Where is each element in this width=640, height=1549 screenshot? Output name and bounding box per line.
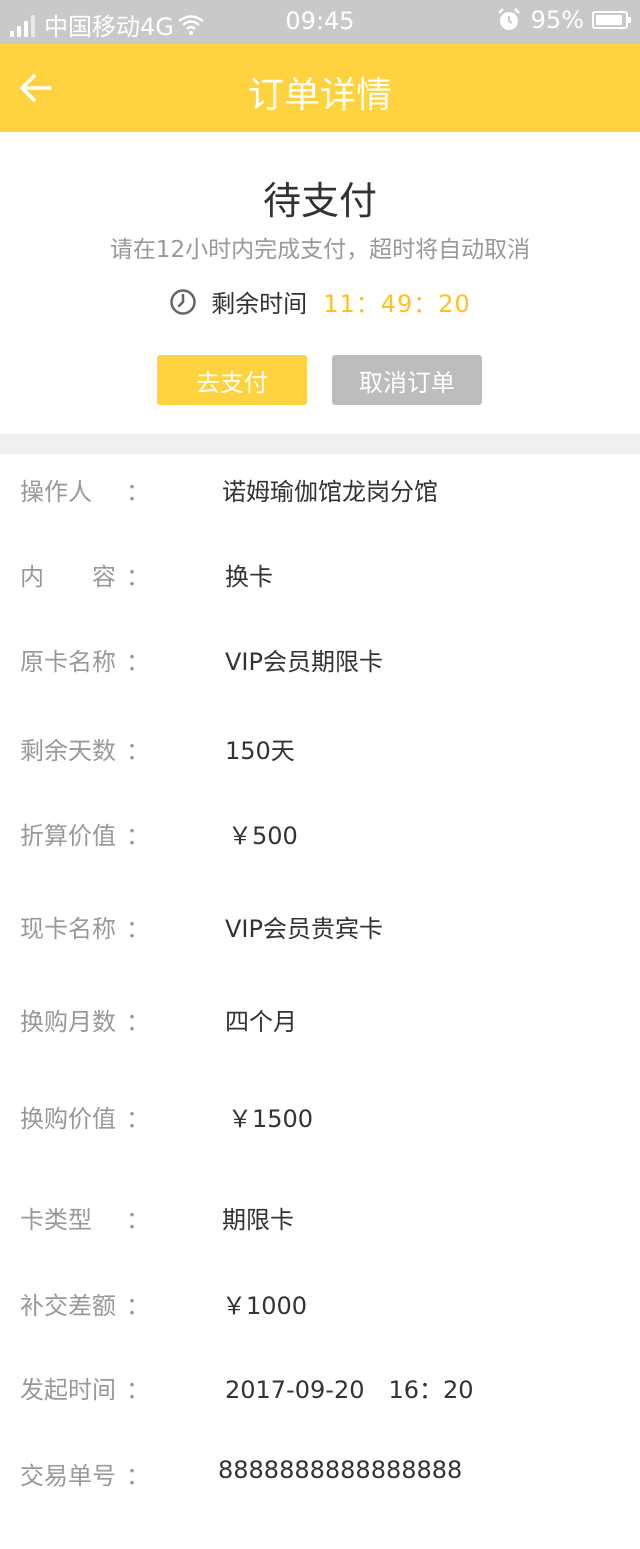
detail-label: 换购价值: [20, 1105, 116, 1133]
detail-value: ￥1500: [228, 1105, 314, 1133]
order-status-section: 待支付 请在12小时内完成支付，超时将自动取消 剩余时间 11：49：20 去支…: [0, 132, 640, 434]
detail-colon: ：: [126, 478, 150, 506]
detail-value: 2017-09-20 16：20: [225, 1376, 474, 1404]
detail-value: VIP会员贵宾卡: [225, 915, 383, 943]
detail-colon: ：: [126, 1462, 150, 1490]
detail-row-transaction-id: 交易单号 ： 8888888888888888: [0, 1456, 640, 1496]
detail-colon: ：: [126, 1376, 150, 1404]
detail-label: 剩余天数: [20, 737, 116, 765]
detail-value: 诺姆瑜伽馆龙岗分馆: [222, 478, 438, 506]
detail-label: 换购月数: [20, 1008, 116, 1036]
clock-icon: [170, 288, 196, 315]
detail-row-content: 内 容 ： 换卡: [0, 557, 640, 597]
order-status-subtitle: 请在12小时内完成支付，超时将自动取消: [109, 237, 531, 263]
pay-button[interactable]: 去支付: [157, 355, 307, 405]
battery-icon: [592, 11, 631, 29]
detail-label: 现卡名称: [20, 915, 116, 943]
order-status-title: 待支付: [262, 179, 377, 223]
page-title: 订单详情: [247, 75, 392, 116]
detail-value: VIP会员期限卡: [225, 648, 383, 676]
detail-colon: ：: [126, 1008, 150, 1036]
detail-value: ￥500: [228, 822, 298, 850]
detail-row-card-type: 卡类型 ： 期限卡: [0, 1200, 640, 1240]
countdown-label: 剩余时间: [211, 290, 308, 318]
detail-value: 期限卡: [222, 1206, 294, 1234]
detail-label: 补交差额: [20, 1292, 116, 1320]
detail-value: ￥1000: [222, 1292, 308, 1320]
nav-header: 订单详情: [0, 44, 640, 132]
status-right: 95%: [497, 6, 631, 34]
detail-colon: ：: [126, 563, 150, 591]
detail-colon: ：: [126, 648, 150, 676]
battery-percent: 95%: [530, 6, 584, 34]
detail-colon: ：: [126, 1292, 150, 1320]
status-bar: 中国移动4G 09:45 95%: [0, 0, 640, 44]
detail-colon: ：: [126, 737, 150, 765]
detail-colon: ：: [126, 1206, 150, 1234]
detail-colon: ：: [126, 915, 150, 943]
alarm-icon: [497, 8, 520, 30]
detail-row-new-card: 现卡名称 ： VIP会员贵宾卡: [0, 909, 640, 949]
detail-label: 操作人: [20, 478, 92, 506]
detail-row-purchase-value: 换购价值 ： ￥1500: [0, 1099, 640, 1139]
detail-colon: ：: [126, 1105, 150, 1133]
detail-label: 发起时间: [20, 1376, 116, 1404]
countdown: 剩余时间 11：49：20: [0, 284, 640, 319]
countdown-value: 11：49：20: [323, 290, 471, 318]
detail-value: 8888888888888888: [218, 1456, 463, 1484]
detail-label: 折算价值: [20, 822, 116, 850]
cancel-order-button[interactable]: 取消订单: [332, 355, 482, 405]
detail-label: 原卡名称: [20, 648, 116, 676]
section-divider: [0, 434, 640, 454]
detail-value: 换卡: [225, 563, 273, 591]
detail-row-created-time: 发起时间 ： 2017-09-20 16：20: [0, 1370, 640, 1410]
detail-row-difference: 补交差额 ： ￥1000: [0, 1286, 640, 1326]
detail-label: 卡类型: [20, 1206, 92, 1234]
detail-row-months: 换购月数 ： 四个月: [0, 1002, 640, 1042]
detail-value: 四个月: [225, 1008, 297, 1036]
detail-row-original-card: 原卡名称 ： VIP会员期限卡: [0, 642, 640, 682]
detail-row-remaining-days: 剩余天数 ： 150天: [0, 731, 640, 771]
detail-row-converted-value: 折算价值 ： ￥500: [0, 816, 640, 856]
detail-label: 交易单号: [20, 1462, 116, 1490]
detail-value: 150天: [225, 737, 295, 765]
detail-label: 内 容: [20, 563, 116, 591]
detail-colon: ：: [126, 822, 150, 850]
detail-row-operator: 操作人 ： 诺姆瑜伽馆龙岗分馆: [0, 472, 640, 512]
